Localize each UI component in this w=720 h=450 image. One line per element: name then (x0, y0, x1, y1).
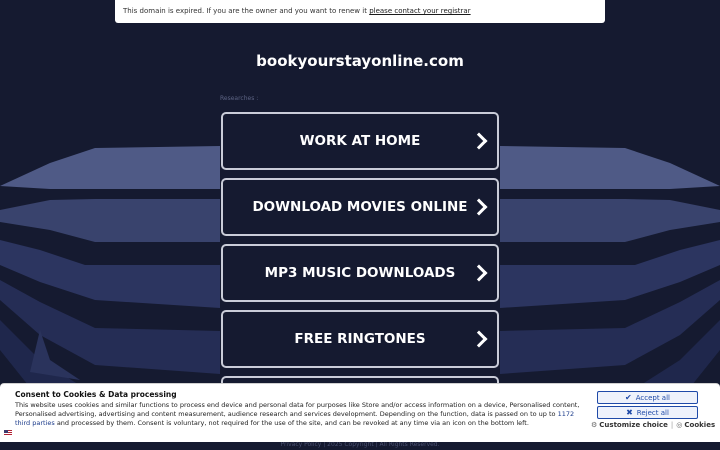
language-flag-icon[interactable] (4, 430, 12, 436)
gear-icon: ⚙ (591, 421, 598, 429)
link-mp3-music-downloads[interactable]: MP3 MUSIC DOWNLOADS (221, 244, 499, 302)
expired-notice-text: This domain is expired. If you are the o… (123, 7, 370, 15)
close-icon: ✖ (626, 408, 633, 417)
link-label: FREE RINGTONES (294, 331, 426, 347)
cookie-icon: ◎ (676, 421, 683, 429)
link-download-movies-online[interactable]: DOWNLOAD MOVIES ONLINE (221, 178, 499, 236)
link-label: MP3 MUSIC DOWNLOADS (264, 265, 456, 281)
separator: | (670, 421, 674, 429)
link-work-at-home[interactable]: WORK AT HOME (221, 112, 499, 170)
customize-choice-link[interactable]: Customize choice (599, 421, 668, 429)
researches-label: Researches : (220, 95, 259, 102)
cookie-text: This website uses cookies and similar fu… (15, 401, 585, 428)
chevron-right-icon (470, 264, 488, 282)
accept-all-label: Accept all (635, 393, 670, 402)
checkmark-icon: ✔ (625, 393, 632, 402)
link-label: WORK AT HOME (299, 133, 421, 149)
link-free-ringtones[interactable]: FREE RINGTONES (221, 310, 499, 368)
expired-notice: This domain is expired. If you are the o… (115, 0, 605, 23)
reject-all-label: Reject all (636, 408, 669, 417)
cookie-text-rest: and processed by them. Consent is volunt… (54, 419, 529, 427)
chevron-right-icon (470, 330, 488, 348)
accept-all-button[interactable]: ✔ Accept all (597, 391, 698, 404)
reject-all-button[interactable]: ✖ Reject all (597, 406, 698, 419)
cookie-consent-banner: Consent to Cookies & Data processing Thi… (0, 383, 720, 442)
page: This domain is expired. If you are the o… (0, 0, 720, 450)
domain-title: bookyourstayonline.com (256, 52, 464, 70)
cookies-link[interactable]: Cookies (684, 421, 715, 429)
contact-registrar-link[interactable]: please contact your registrar (369, 7, 470, 15)
cookie-title: Consent to Cookies & Data processing (15, 390, 177, 399)
chevron-right-icon (470, 132, 488, 150)
footer: Privacy Policy | 2025 Copyright | All Ri… (280, 441, 440, 448)
link-label: DOWNLOAD MOVIES ONLINE (252, 199, 468, 215)
chevron-right-icon (470, 198, 488, 216)
cookie-text-main: This website uses cookies and similar fu… (15, 401, 580, 418)
cookie-secondary-links: ⚙ Customize choice | ◎ Cookies (591, 421, 715, 429)
